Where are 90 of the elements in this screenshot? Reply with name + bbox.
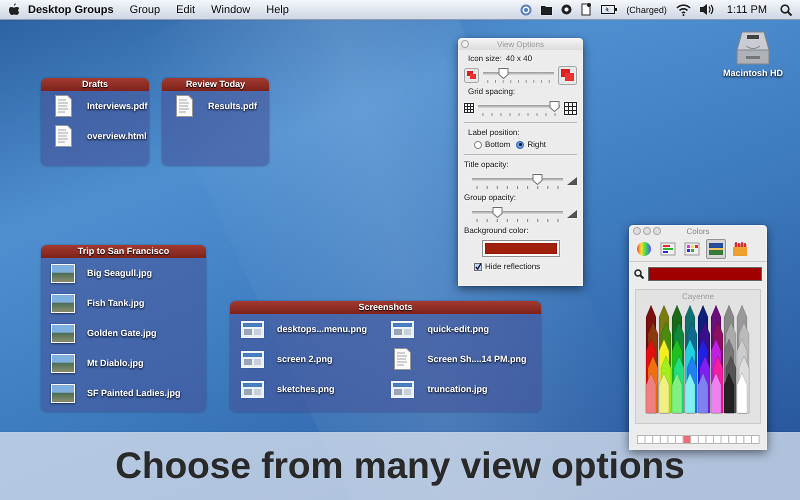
screenshot-thumbnail	[240, 320, 264, 338]
window-title: View Options	[497, 40, 544, 48]
toolbar-tab[interactable]	[634, 239, 654, 259]
menu-item[interactable]: Window	[203, 4, 258, 16]
app-menu[interactable]: Desktop Groups	[20, 4, 122, 16]
small-icon-size-icon	[464, 68, 479, 82]
file-name[interactable]: SF Painted Ladies.jpg	[87, 388, 181, 398]
slider-label: Icon size:	[468, 54, 502, 63]
radio-button[interactable]	[516, 140, 524, 148]
photo-placeholder	[51, 324, 75, 342]
slider-thumb[interactable]	[549, 100, 560, 112]
volume-icon[interactable]	[700, 3, 714, 16]
slider-thumb[interactable]	[492, 206, 503, 218]
group-title[interactable]: Trip to San Francisco	[41, 245, 206, 258]
file-name[interactable]: desktops...menu.png	[277, 324, 368, 334]
group-title[interactable]: Screenshots	[230, 301, 541, 314]
group-title[interactable]: Review Today	[162, 78, 269, 91]
screenshot-thumbnail	[391, 320, 414, 338]
slider-label: Title opacity:	[464, 160, 510, 169]
slider-reading: 40 x 40	[506, 54, 532, 63]
menu-item[interactable]: Group	[122, 4, 168, 16]
radio-label[interactable]: Bottom	[485, 140, 510, 149]
document-icon	[394, 348, 411, 370]
note-icon[interactable]	[581, 3, 592, 16]
screenshot-thumbnail	[240, 350, 264, 368]
color-well[interactable]	[648, 267, 762, 281]
file-name[interactable]: Interviews.pdf	[87, 101, 148, 111]
file-name[interactable]: Golden Gate.jpg	[87, 328, 157, 338]
color-palette-icon	[684, 241, 700, 257]
disc-icon[interactable]	[561, 4, 572, 15]
slider-thumb[interactable]	[498, 68, 509, 78]
file-name[interactable]: truncation.jpg	[428, 384, 488, 394]
photo-placeholder	[51, 294, 75, 312]
slider-thumb[interactable]	[532, 174, 543, 184]
sync-icon[interactable]	[520, 4, 532, 16]
apple-icon[interactable]	[8, 3, 20, 16]
file-name[interactable]: Results.pdf	[208, 101, 258, 111]
radio-button[interactable]	[474, 140, 482, 148]
screenshot-thumbnail	[391, 380, 414, 398]
small-grid-icon	[464, 103, 474, 113]
landscape-image-icon	[708, 241, 724, 257]
wifi-icon[interactable]	[676, 3, 691, 16]
hard-drive-icon[interactable]	[736, 30, 770, 65]
radio-group-label: Label position:	[467, 128, 521, 137]
photo-placeholder	[51, 354, 75, 372]
file-name[interactable]: quick-edit.png	[428, 324, 489, 334]
slider-label: Grid spacing:	[468, 87, 516, 96]
color-label: Background color:	[464, 226, 530, 235]
desktop-icon-label[interactable]: Macintosh HD	[722, 68, 783, 78]
color-well[interactable]	[482, 240, 560, 257]
battery-icon[interactable]	[601, 5, 618, 14]
document-icon	[176, 95, 192, 117]
search-icon[interactable]	[780, 4, 792, 16]
checkbox[interactable]	[474, 262, 482, 270]
large-grid-icon	[564, 102, 577, 114]
file-name[interactable]: Screen Sh....14 PM.png	[428, 354, 527, 364]
checkbox-label[interactable]: Hide reflections	[485, 262, 540, 271]
toolbar-tab[interactable]	[730, 239, 750, 259]
screenshot-thumbnail	[240, 380, 264, 398]
opacity-ramp-icon	[567, 210, 577, 218]
window-title: Colors	[686, 226, 710, 236]
search-icon[interactable]	[634, 269, 644, 279]
radio-label[interactable]: Right	[527, 140, 546, 149]
document-icon	[54, 95, 72, 117]
folder-icon[interactable]	[541, 4, 552, 15]
color-sliders-icon	[660, 241, 676, 257]
file-name[interactable]: screen 2.png	[277, 354, 333, 364]
crayon-box-icon	[732, 241, 748, 257]
file-name[interactable]: Mt Diablo.jpg	[87, 358, 144, 368]
check-icon	[475, 263, 481, 270]
battery-status: (Charged)	[626, 4, 667, 14]
toolbar-tab[interactable]	[706, 239, 726, 259]
clock[interactable]: 1:11 PM	[722, 4, 771, 16]
group-title[interactable]: Drafts	[41, 78, 149, 91]
file-name[interactable]: Big Seagull.jpg	[87, 268, 152, 278]
opacity-ramp-icon	[567, 177, 577, 185]
slider-label: Group opacity:	[464, 193, 518, 202]
file-name[interactable]: Fish Tank.jpg	[87, 298, 144, 308]
photo-placeholder	[51, 264, 75, 282]
menu-item[interactable]: Edit	[168, 4, 204, 16]
large-icon-size-icon	[558, 66, 577, 84]
menu-item[interactable]: Help	[258, 4, 297, 16]
document-icon	[54, 125, 72, 147]
color-wheel-icon	[636, 241, 652, 257]
file-name[interactable]: sketches.png	[277, 384, 335, 394]
caption: Choose from many view options	[115, 445, 685, 487]
crayon-name: Cayenne	[682, 292, 714, 301]
file-name[interactable]: overview.html	[87, 131, 147, 141]
photo-placeholder	[51, 384, 75, 402]
swatch-strip[interactable]	[636, 435, 760, 444]
